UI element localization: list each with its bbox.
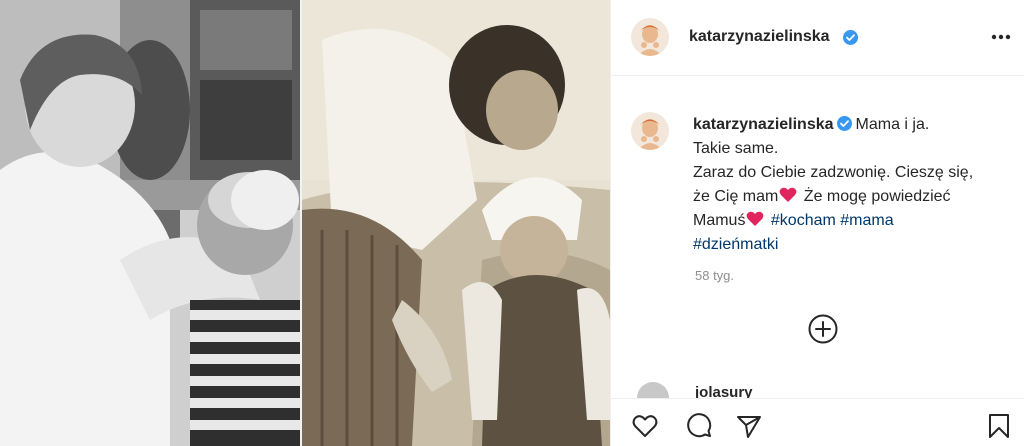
more-options-icon[interactable] bbox=[991, 34, 1011, 40]
post-photo[interactable] bbox=[0, 0, 610, 446]
caption-line-4: że Cię mam bbox=[693, 188, 779, 205]
post-header: katarzynazielinska bbox=[611, 0, 1024, 76]
caption-line-1: Mama i ja. bbox=[855, 116, 930, 133]
photo-left-half bbox=[0, 0, 302, 446]
hashtag-mama[interactable]: #mama bbox=[840, 212, 893, 229]
red-heart-emoji bbox=[747, 211, 764, 226]
bookmark-icon[interactable] bbox=[985, 412, 1013, 440]
red-heart-emoji bbox=[779, 187, 797, 202]
author-avatar[interactable] bbox=[631, 18, 669, 56]
caption-author-avatar[interactable] bbox=[631, 112, 669, 150]
post-side-panel: katarzynazielinska katarzynazielinska Mam… bbox=[610, 0, 1024, 446]
photo-right-half bbox=[302, 0, 610, 446]
post-caption: katarzynazielinska Mama i ja. Takie same.… bbox=[611, 76, 1024, 376]
post-timestamp[interactable]: 58 tyg. bbox=[695, 268, 734, 283]
caption-text: katarzynazielinska Mama i ja. Takie same.… bbox=[693, 113, 993, 257]
caption-verified-badge-icon bbox=[836, 116, 852, 131]
commenter-username[interactable]: jolasury bbox=[695, 384, 753, 398]
hashtag-dzienmatki[interactable]: #dzieńmatki bbox=[693, 236, 778, 253]
comment-icon[interactable] bbox=[685, 412, 713, 440]
caption-line-3: Zaraz do Ciebie zadzwonię. Cieszę się, bbox=[693, 164, 974, 181]
caption-line-6: Mamuś bbox=[693, 212, 746, 229]
post-actions-bar bbox=[611, 398, 1024, 446]
caption-line-2: Takie same. bbox=[693, 140, 779, 157]
author-username[interactable]: katarzynazielinska bbox=[689, 28, 830, 46]
caption-line-5: Że mogę powiedzieć bbox=[799, 188, 951, 205]
hashtag-kocham[interactable]: #kocham bbox=[771, 212, 836, 229]
caption-username[interactable]: katarzynazielinska bbox=[693, 116, 834, 133]
paper-plane-icon[interactable] bbox=[735, 412, 763, 440]
plus-circle-icon[interactable] bbox=[807, 313, 839, 345]
commenter-avatar[interactable] bbox=[637, 382, 669, 398]
heart-icon[interactable] bbox=[631, 412, 659, 440]
next-comment-peek: jolasury bbox=[611, 376, 1024, 398]
verified-badge-icon bbox=[843, 30, 858, 45]
